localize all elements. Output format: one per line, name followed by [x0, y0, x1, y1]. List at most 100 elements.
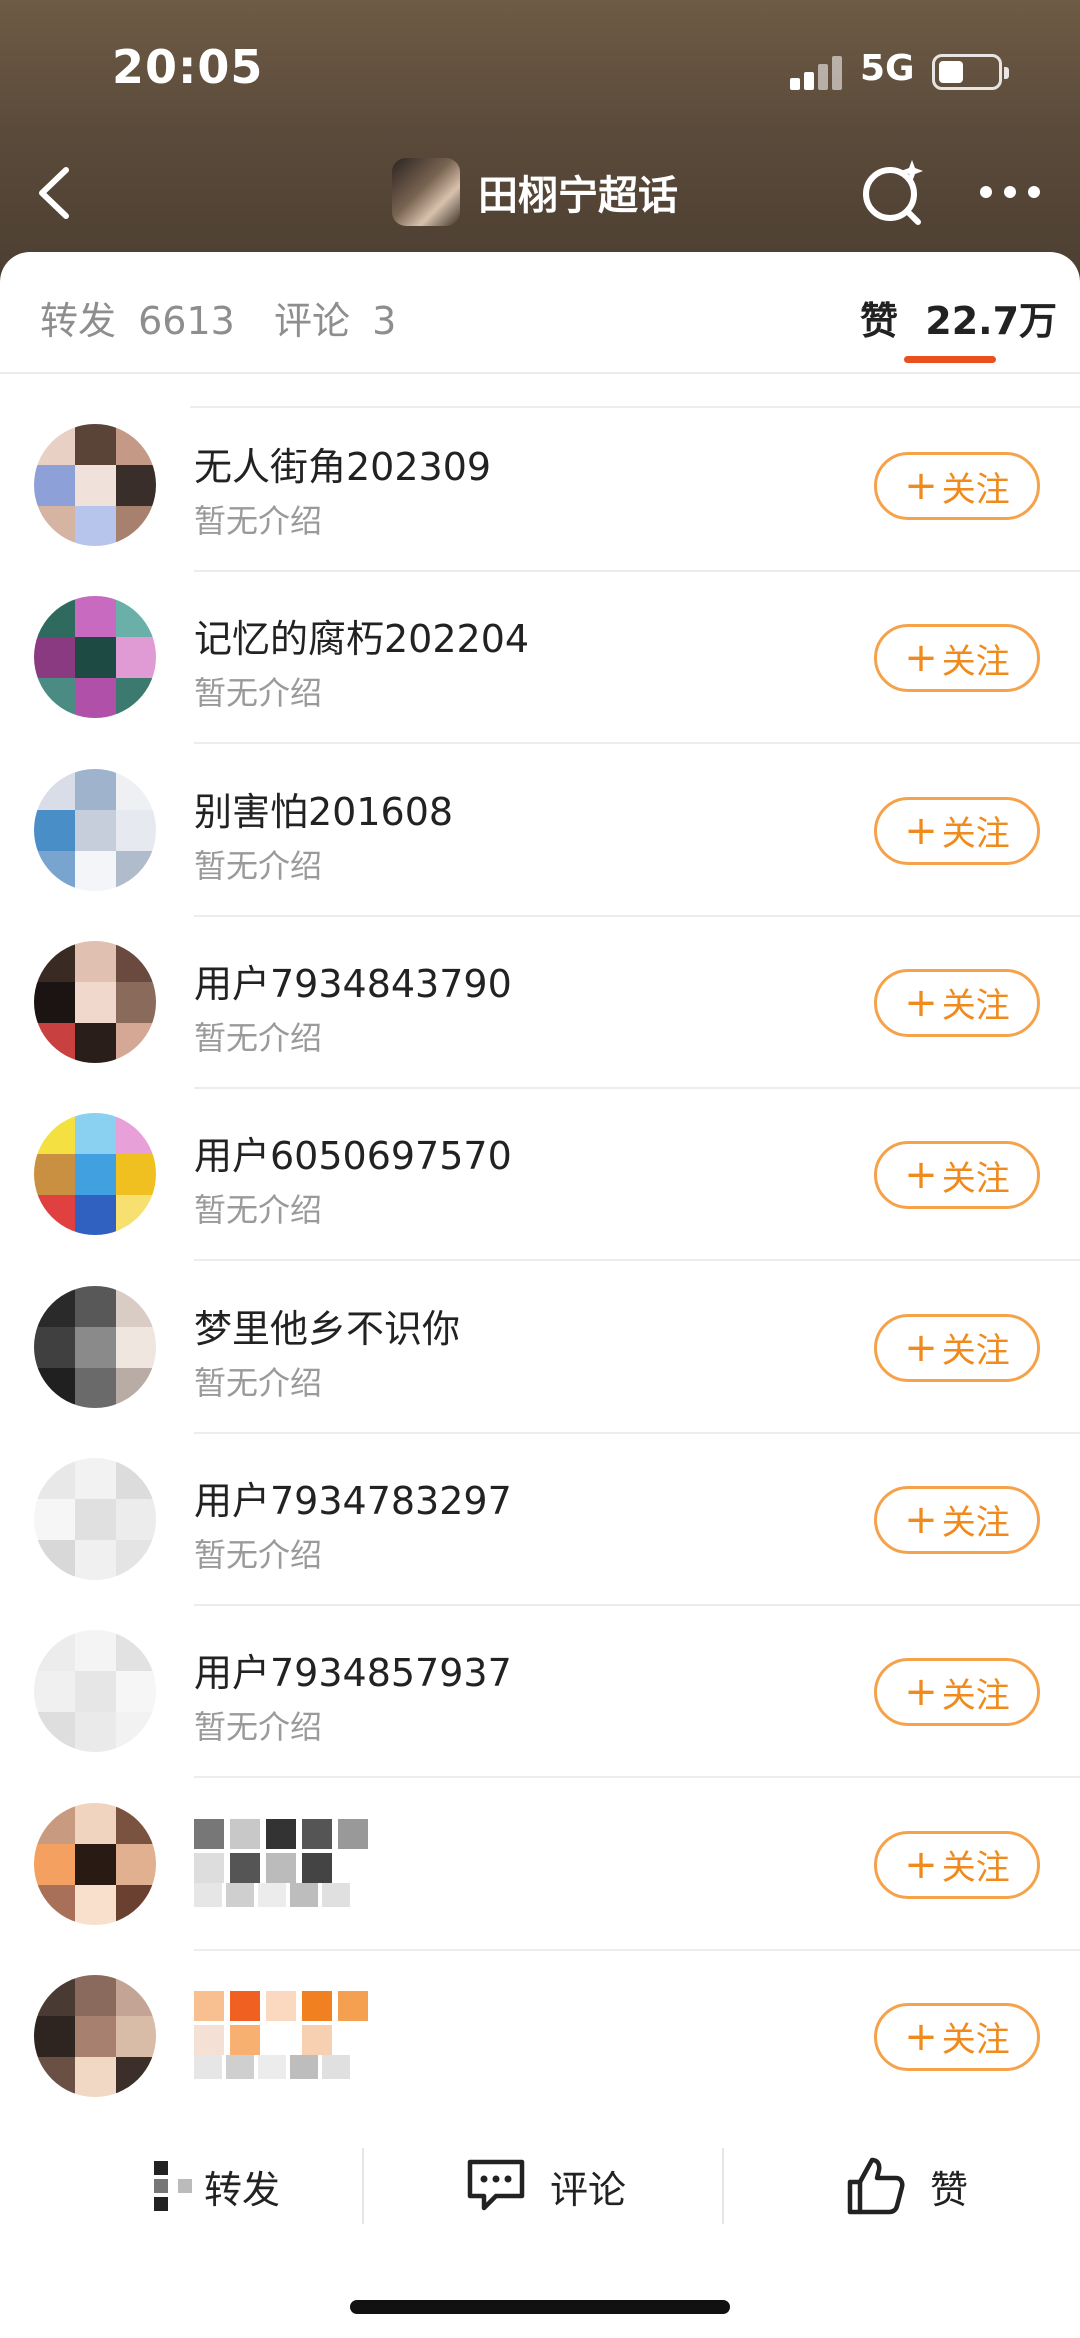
- divider: [362, 2148, 364, 2224]
- page-title: 田栩宁超话: [478, 173, 678, 219]
- plus-icon: +: [904, 635, 938, 682]
- user-row[interactable]: 用户6050697570 暂无介绍 + 关注: [0, 1089, 1080, 1262]
- plus-icon: +: [904, 1841, 938, 1888]
- tab-like-label: 赞: [860, 299, 899, 343]
- repost-label: 转发: [204, 2167, 281, 2212]
- repost-button[interactable]: 转发: [154, 2138, 280, 2234]
- plus-icon: +: [904, 463, 938, 509]
- tab-repost-label: 转发: [40, 299, 117, 343]
- chevron-left-icon: [39, 167, 69, 219]
- tab-comment-count: 3: [372, 299, 397, 343]
- plus-icon: +: [904, 1669, 938, 1716]
- user-intro: 暂无介绍: [194, 1363, 323, 1402]
- avatar[interactable]: [34, 1802, 156, 1925]
- user-name[interactable]: 无人街角202309: [194, 436, 491, 491]
- plus-icon: +: [904, 2013, 938, 2060]
- topic-avatar: [392, 158, 460, 226]
- user-row[interactable]: 用户7934843790 暂无介绍 + 关注: [0, 917, 1080, 1089]
- follow-label: 关注: [941, 2020, 1010, 2061]
- battery-icon: [932, 54, 1009, 90]
- home-indicator: [350, 2300, 730, 2314]
- follow-label: 关注: [941, 1675, 1010, 1716]
- plus-icon: +: [904, 1496, 938, 1543]
- user-name[interactable]: 别害怕201608: [194, 781, 453, 836]
- user-intro: 暂无介绍: [194, 1018, 323, 1057]
- avatar[interactable]: [34, 1113, 156, 1236]
- user-intro: 暂无介绍: [194, 502, 323, 540]
- avatar[interactable]: [34, 940, 156, 1063]
- user-name[interactable]: 记忆的腐朽202204: [194, 608, 529, 663]
- likes-sheet: 转发 6613 评论 3 赞 22.7万 无人街角202309 暂无介绍 + 关注 记忆…: [0, 252, 1080, 2338]
- follow-label: 关注: [941, 986, 1010, 1027]
- more-button[interactable]: [976, 174, 1046, 210]
- follow-label: 关注: [941, 1331, 1010, 1372]
- follow-label: 关注: [941, 1158, 1010, 1199]
- status-time: 20:05: [112, 40, 264, 94]
- avatar[interactable]: [34, 596, 156, 719]
- tab-like[interactable]: 赞 22.7万: [860, 290, 1057, 345]
- signal-icon: [790, 56, 846, 90]
- avatar[interactable]: [34, 1285, 156, 1408]
- avatar[interactable]: [34, 768, 156, 891]
- user-name[interactable]: 用户7934783297: [194, 1470, 512, 1525]
- avatar[interactable]: [34, 1457, 156, 1580]
- comment-icon: [467, 2159, 525, 2211]
- follow-label: 关注: [941, 814, 1010, 855]
- follow-button[interactable]: + 关注: [874, 1658, 1040, 1727]
- user-name[interactable]: 用户7934857937: [194, 1642, 512, 1697]
- plus-icon: +: [904, 1324, 938, 1371]
- tab-repost-count: 6613: [138, 299, 235, 343]
- comment-button[interactable]: 评论: [466, 2138, 626, 2234]
- repost-icon: [154, 2161, 198, 2211]
- user-intro: 暂无介绍: [194, 1535, 323, 1574]
- follow-label: 关注: [941, 641, 1010, 682]
- divider: [722, 2148, 724, 2224]
- user-name[interactable]: 用户7934843790: [194, 953, 512, 1008]
- follow-button[interactable]: + 关注: [874, 624, 1040, 693]
- follow-label: 关注: [941, 469, 1010, 510]
- avatar[interactable]: [34, 1974, 156, 2097]
- user-row[interactable]: 记忆的腐朽202204 暂无介绍 + 关注: [0, 572, 1080, 745]
- avatar[interactable]: [34, 424, 156, 546]
- tab-comment[interactable]: 评论 3: [274, 290, 396, 345]
- like-button[interactable]: 赞: [846, 2138, 968, 2234]
- status-bar: 20:05 5G: [0, 0, 1080, 140]
- user-row[interactable]: + 关注: [0, 1779, 1080, 1951]
- user-intro: 暂无介绍: [194, 674, 323, 713]
- user-name[interactable]: 用户6050697570: [194, 1125, 512, 1180]
- follow-button[interactable]: + 关注: [874, 968, 1040, 1037]
- follow-label: 关注: [941, 1503, 1010, 1544]
- avatar[interactable]: [34, 1630, 156, 1753]
- user-row[interactable]: 无人街角202309 暂无介绍 + 关注: [0, 400, 1080, 572]
- tab-repost[interactable]: 转发 6613: [40, 290, 235, 345]
- follow-button[interactable]: + 关注: [874, 452, 1040, 520]
- follow-button[interactable]: + 关注: [874, 1141, 1040, 1210]
- plus-icon: +: [904, 979, 938, 1026]
- user-row[interactable]: 梦里他乡不识你暂无介绍 + 关注: [0, 1262, 1080, 1434]
- thumbs-up-icon: [847, 2157, 905, 2215]
- follow-button[interactable]: + 关注: [874, 1830, 1040, 1899]
- user-intro: 暂无介绍: [194, 1191, 323, 1230]
- like-label: 赞: [930, 2167, 969, 2212]
- search-button[interactable]: [858, 154, 928, 230]
- tab-like-count: 22.7万: [925, 299, 1058, 343]
- tab-comment-label: 评论: [274, 299, 351, 343]
- follow-button[interactable]: + 关注: [874, 1313, 1040, 1382]
- user-name[interactable]: 梦里他乡不识你: [194, 1298, 460, 1353]
- user-row[interactable]: 用户7934857937 暂无介绍 + 关注: [0, 1606, 1080, 1779]
- tab-bar: 转发 6613 评论 3 赞 22.7万: [0, 252, 1080, 372]
- plus-icon: +: [904, 807, 938, 854]
- network-label: 5G: [860, 48, 915, 89]
- follow-label: 关注: [941, 1848, 1010, 1889]
- search-sparkle-icon: [863, 160, 923, 225]
- follow-button[interactable]: + 关注: [874, 1485, 1040, 1554]
- comment-label: 评论: [550, 2167, 627, 2212]
- user-row[interactable]: + 关注: [0, 1951, 1080, 2123]
- topic-header[interactable]: 田栩宁超话: [392, 152, 678, 232]
- follow-button[interactable]: + 关注: [874, 796, 1040, 865]
- user-row[interactable]: 用户7934783297 暂无介绍 + 关注: [0, 1434, 1080, 1606]
- user-row[interactable]: 别害怕201608 暂无介绍 + 关注: [0, 745, 1080, 917]
- follow-button[interactable]: + 关注: [874, 2002, 1040, 2071]
- back-button[interactable]: [28, 158, 88, 228]
- user-intro: 暂无介绍: [194, 846, 323, 885]
